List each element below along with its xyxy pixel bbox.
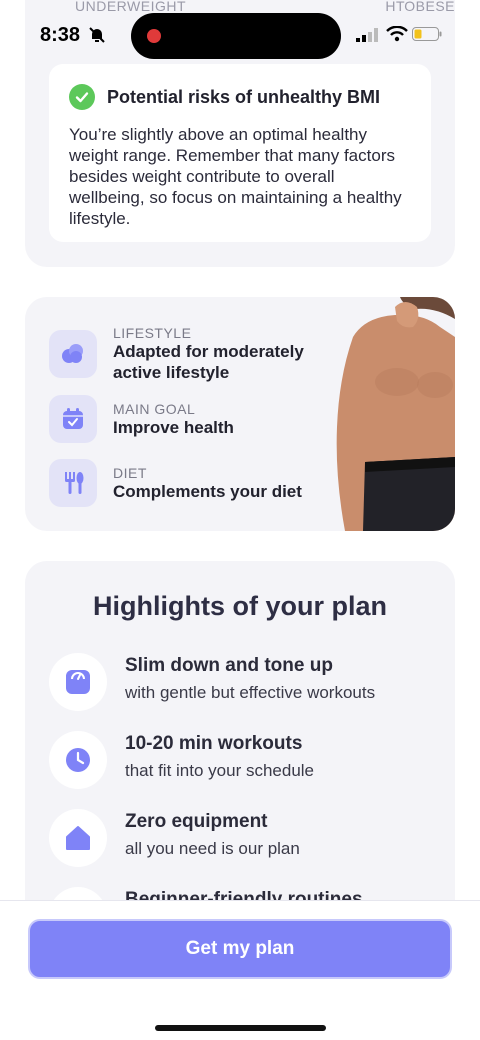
- check-circle-icon: [69, 84, 95, 110]
- profile-value: Complements your diet: [113, 481, 302, 501]
- profile-value: Adapted for moderately active lifestyle: [113, 342, 304, 382]
- profile-label: MAIN GOAL: [113, 400, 196, 417]
- highlight-subtitle: that fit into your schedule: [125, 761, 315, 780]
- bell-muted-icon: [88, 26, 106, 49]
- profile-item-main-goal: MAIN GOAL Improve health: [49, 395, 234, 443]
- lifestyle-icon: [49, 330, 97, 378]
- home-indicator[interactable]: [155, 1025, 326, 1031]
- battery-icon: [412, 27, 442, 46]
- profile-label: LIFESTYLE: [113, 325, 192, 341]
- highlight-title: 10-20 min workouts: [125, 733, 303, 754]
- wifi-icon: [386, 25, 408, 47]
- status-bar: 8:38: [0, 0, 480, 66]
- fork-spoon-icon: [49, 459, 97, 507]
- highlight-item: Zero equipment all you need is our plan: [49, 809, 300, 867]
- highlight-subtitle: all you need is our plan: [125, 839, 300, 858]
- risk-description: You’re slightly above an optimal healthy…: [69, 125, 402, 228]
- risk-title: Potential risks of unhealthy BMI: [107, 86, 381, 107]
- status-time: 8:38: [40, 24, 81, 46]
- profile-item-lifestyle: LIFESTYLE Adapted for moderately active …: [49, 325, 323, 383]
- profile-item-diet: DIET Complements your diet: [49, 459, 302, 507]
- model-photo: [325, 297, 455, 531]
- get-my-plan-button[interactable]: Get my plan: [28, 919, 452, 979]
- bottom-action-bar: Get my plan: [0, 900, 480, 1040]
- highlight-subtitle: with gentle but effective workouts: [125, 683, 376, 702]
- highlight-item: 10-20 min workouts that fit into your sc…: [49, 731, 314, 789]
- bmi-risk-box: Potential risks of unhealthy BMI You’re …: [49, 64, 431, 242]
- highlight-title: Zero equipment: [125, 811, 268, 832]
- home-icon: [49, 809, 107, 867]
- profile-label: DIET: [113, 464, 147, 481]
- dynamic-island: [131, 13, 341, 59]
- scale-icon: [49, 653, 107, 711]
- clock-icon: [49, 731, 107, 789]
- calendar-check-icon: [49, 395, 97, 443]
- highlights-title: Highlights of your plan: [93, 591, 387, 621]
- signal-icon: [356, 28, 380, 47]
- profile-value: Improve health: [113, 417, 234, 437]
- plan-profile-card: LIFESTYLE Adapted for moderately active …: [25, 297, 455, 531]
- recording-dot: [147, 29, 161, 43]
- highlight-item: Slim down and tone up with gentle but ef…: [49, 653, 375, 711]
- highlight-title: Slim down and tone up: [125, 655, 333, 676]
